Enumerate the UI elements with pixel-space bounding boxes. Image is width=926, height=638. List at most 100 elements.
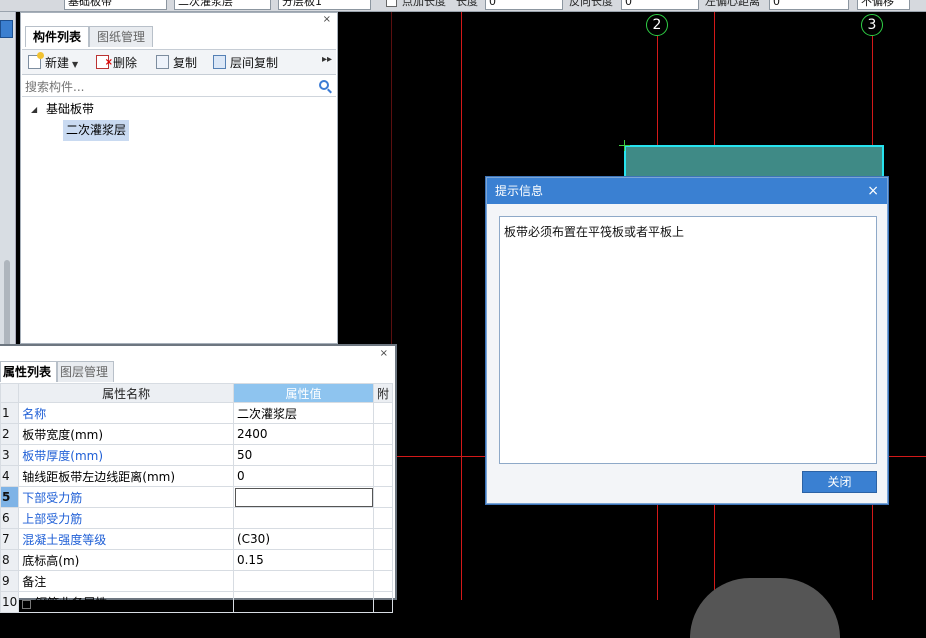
- property-name: 混凝土强度等级: [18, 528, 234, 550]
- reverse-length-input[interactable]: 0: [621, 0, 699, 10]
- dialog-title: 提示信息: [495, 184, 544, 198]
- property-value[interactable]: [232, 591, 374, 613]
- table-row[interactable]: 10 + 钢筋业务属性: [0, 591, 394, 613]
- header-name: 属性名称: [18, 383, 234, 403]
- more-tools-icon[interactable]: ▸▸: [322, 54, 332, 65]
- property-extra[interactable]: [372, 528, 394, 550]
- row-number: 10: [0, 591, 20, 613]
- new-button[interactable]: 新建 ▼: [28, 52, 78, 73]
- row-number: 6: [0, 507, 20, 529]
- search-input[interactable]: [22, 77, 302, 96]
- property-value[interactable]: [232, 507, 374, 529]
- property-value[interactable]: 二次灌浆层: [232, 402, 374, 424]
- point-length-label: 点加长度: [402, 0, 446, 8]
- row-number: 3: [0, 444, 20, 466]
- component-toolbar: 新建▼ 删除 复制 层间复制 ▸▸: [22, 49, 336, 75]
- offset-label: 左偏心距离: [705, 0, 760, 8]
- component-list-panel: × 构件列表 图纸管理 新建▼ 删除 复制 层间复制 ▸▸ ◢ 基础板带 二次灌…: [20, 12, 338, 344]
- property-extra[interactable]: [372, 402, 394, 424]
- property-value[interactable]: [232, 486, 374, 508]
- table-row[interactable]: 8 底标高(m) 0.15: [0, 549, 394, 571]
- property-extra[interactable]: [372, 507, 394, 529]
- property-value[interactable]: (C30): [232, 528, 374, 550]
- property-table: 属性名称 属性值 附 1 名称 二次灌浆层 2 板带宽度(mm) 2400 3 …: [0, 383, 394, 613]
- tab-layer-manager[interactable]: 图层管理: [57, 361, 115, 382]
- tab-component-list[interactable]: 构件列表: [25, 26, 90, 47]
- expand-plus-icon[interactable]: +: [22, 599, 32, 609]
- delete-button[interactable]: 删除: [96, 53, 137, 73]
- table-row[interactable]: 1 名称 二次灌浆层: [0, 402, 394, 424]
- property-value[interactable]: 0: [232, 465, 374, 487]
- module-icon[interactable]: [0, 20, 13, 38]
- row-number: 5: [0, 486, 20, 508]
- header-number: [0, 383, 20, 403]
- row-number: 9: [0, 570, 20, 592]
- property-edit-input[interactable]: [234, 487, 373, 507]
- property-extra[interactable]: [372, 465, 394, 487]
- left-strip: [0, 12, 16, 350]
- property-extra[interactable]: [372, 486, 394, 508]
- top-toolbar: 基础板带 二次灌浆层 分层板1 点加长度 长度 0 反向长度 0 左偏心距离 0…: [0, 0, 926, 12]
- property-extra[interactable]: [372, 549, 394, 571]
- tab-drawing-manager[interactable]: 图纸管理: [89, 26, 154, 47]
- property-table-header: 属性名称 属性值 附: [0, 383, 394, 403]
- property-value[interactable]: 50: [232, 444, 374, 466]
- tree-expand-icon[interactable]: ◢: [31, 99, 37, 120]
- reverse-length-label: 反向长度: [569, 0, 613, 8]
- floor-copy-icon: [213, 55, 226, 69]
- dialog-message-box: 板带必须布置在平筏板或者平板上: [499, 216, 877, 464]
- property-name: 名称: [18, 402, 234, 424]
- table-row[interactable]: 7 混凝土强度等级 (C30): [0, 528, 394, 550]
- property-name: 板带厚度(mm): [18, 444, 234, 466]
- message-dialog: 提示信息 × 板带必须布置在平筏板或者平板上 关闭: [486, 177, 888, 504]
- table-row[interactable]: 4 轴线距板带左边线距离(mm) 0: [0, 465, 394, 487]
- component-type-select[interactable]: 基础板带: [64, 0, 167, 10]
- table-row[interactable]: 2 板带宽度(mm) 2400: [0, 423, 394, 445]
- delete-icon: [96, 53, 113, 73]
- search-icon[interactable]: [319, 80, 329, 90]
- property-value[interactable]: [232, 570, 374, 592]
- tree-node-child-label: 二次灌浆层: [63, 120, 130, 141]
- layer-select[interactable]: 分层板1: [278, 0, 371, 10]
- property-group[interactable]: + 钢筋业务属性: [18, 591, 234, 613]
- axis-label-3: 3: [861, 14, 883, 36]
- point-length-checkbox[interactable]: [386, 0, 397, 7]
- copy-button[interactable]: 复制: [156, 53, 197, 73]
- property-panel: × 属性列表 图层管理 属性名称 属性值 附 1 名称 二次灌浆层 2 板带宽度…: [0, 344, 397, 613]
- table-row[interactable]: 6 上部受力筋: [0, 507, 394, 529]
- strip-scrollbar[interactable]: [4, 260, 10, 350]
- close-icon[interactable]: ×: [867, 178, 879, 204]
- table-row[interactable]: 3 板带厚度(mm) 50: [0, 444, 394, 466]
- property-name: 板带宽度(mm): [18, 423, 234, 445]
- table-row[interactable]: 5 下部受力筋: [0, 486, 394, 508]
- floor-copy-button-label: 层间复制: [230, 56, 279, 70]
- floor-copy-button[interactable]: 层间复制: [213, 53, 278, 73]
- table-row[interactable]: 9 备注: [0, 570, 394, 592]
- component-search: [22, 77, 336, 97]
- row-number: 8: [0, 549, 20, 571]
- panel-close-icon[interactable]: ×: [323, 14, 331, 25]
- dialog-titlebar[interactable]: 提示信息 ×: [487, 178, 887, 204]
- tree-node-root[interactable]: ◢ 基础板带: [22, 99, 336, 120]
- component-name-select[interactable]: 二次灌浆层: [174, 0, 271, 10]
- property-extra[interactable]: [372, 591, 394, 613]
- dialog-close-button[interactable]: 关闭: [802, 471, 877, 493]
- copy-icon: [156, 55, 169, 69]
- chevron-down-icon[interactable]: ▼: [72, 60, 78, 69]
- property-extra[interactable]: [372, 423, 394, 445]
- component-panel-tabs: 构件列表 图纸管理: [25, 26, 154, 47]
- tree-node-child[interactable]: 二次灌浆层: [22, 120, 336, 141]
- row-number: 1: [0, 402, 20, 424]
- property-extra[interactable]: [372, 570, 394, 592]
- length-input[interactable]: 0: [485, 0, 563, 10]
- row-number: 4: [0, 465, 20, 487]
- property-name: 轴线距板带左边线距离(mm): [18, 465, 234, 487]
- property-name: 底标高(m): [18, 549, 234, 571]
- property-extra[interactable]: [372, 444, 394, 466]
- property-value[interactable]: 0.15: [232, 549, 374, 571]
- offset-input[interactable]: 0: [769, 0, 849, 10]
- tab-property-list[interactable]: 属性列表: [0, 361, 58, 382]
- property-panel-close-icon[interactable]: ×: [380, 348, 388, 359]
- property-value[interactable]: 2400: [232, 423, 374, 445]
- offset-mode-select[interactable]: 不偏移: [857, 0, 910, 10]
